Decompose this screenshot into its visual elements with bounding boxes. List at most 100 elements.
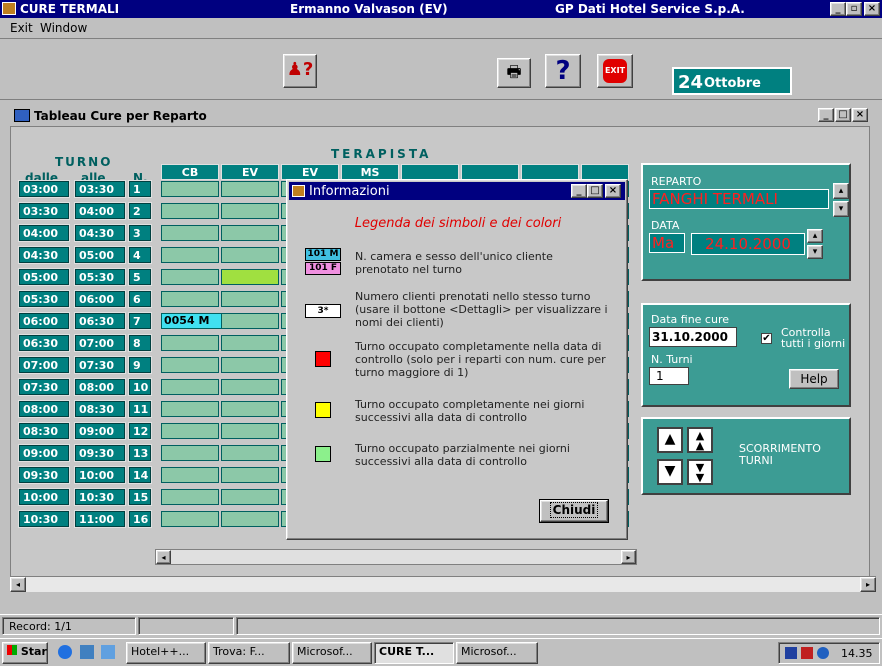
tray-icon-1[interactable] — [785, 647, 797, 659]
printer-icon: 🖶 — [506, 62, 522, 81]
slot-cell[interactable] — [161, 225, 219, 241]
slot-cell[interactable] — [161, 335, 219, 351]
slot-cell[interactable] — [221, 445, 279, 461]
slot-cell[interactable] — [221, 313, 279, 329]
task-word[interactable]: Microsof... — [456, 642, 538, 664]
help-button[interactable]: ? — [545, 54, 581, 88]
slot-cell[interactable] — [161, 445, 219, 461]
slot-cell[interactable] — [221, 291, 279, 307]
slot-cell[interactable] — [221, 511, 279, 527]
child-minimize-button[interactable]: _ — [818, 108, 834, 122]
slot-cell[interactable] — [161, 269, 219, 285]
grid-hscrollbar[interactable]: ◂ ▸ — [155, 549, 637, 565]
controlla-checkbox[interactable]: ✔ — [761, 333, 772, 344]
exit-button[interactable]: EXIT — [597, 54, 633, 88]
slot-cell[interactable] — [161, 247, 219, 263]
slot-cell[interactable] — [221, 247, 279, 263]
therapist-col-6[interactable] — [461, 164, 519, 180]
slot-cell[interactable] — [161, 489, 219, 505]
task-trova[interactable]: Trova: F... — [208, 642, 290, 664]
window-scroll-right[interactable]: ▸ — [860, 577, 876, 592]
slot-cell[interactable] — [161, 379, 219, 395]
therapist-col-4[interactable]: MS — [341, 164, 399, 180]
record-indicator: Record: 1/1 — [2, 617, 136, 635]
legend-text-3: Turno occupato completamente nella data … — [355, 340, 606, 379]
therapist-col-1[interactable]: CB — [161, 164, 219, 180]
close-button[interactable]: × — [864, 2, 880, 16]
nturni-field[interactable]: 1 — [649, 367, 689, 385]
channels-quicklaunch-icon[interactable] — [101, 645, 115, 659]
reparto-down-button[interactable]: ▾ — [833, 201, 849, 217]
slot-cell[interactable] — [161, 423, 219, 439]
chiudi-button[interactable]: Chiudi — [539, 499, 609, 523]
print-button[interactable]: 🖶 — [497, 58, 531, 88]
slot-cell[interactable] — [221, 225, 279, 241]
child-maximize-button[interactable]: □ — [835, 108, 851, 122]
date-up-button[interactable]: ▴ — [807, 229, 823, 243]
slot-cell[interactable] — [221, 269, 279, 285]
slot-cell[interactable] — [221, 467, 279, 483]
scroll-left-arrow[interactable]: ◂ — [156, 550, 171, 564]
menu-window[interactable]: Window — [40, 21, 87, 35]
therapist-col-2[interactable]: EV — [221, 164, 279, 180]
stop-sign-icon: EXIT — [603, 59, 627, 83]
slot-cell[interactable] — [161, 181, 219, 197]
slot-cell[interactable] — [221, 203, 279, 219]
menu-exit[interactable]: Exit — [10, 21, 33, 35]
task-cure-termali[interactable]: CURE T... — [374, 642, 454, 664]
slot-cell[interactable] — [161, 291, 219, 307]
info-minimize-button[interactable]: _ — [571, 184, 587, 198]
turno-end: 11:00 — [74, 510, 126, 528]
window-hscrollbar[interactable]: ◂ ▸ — [10, 576, 876, 592]
slot-cell-booking[interactable]: 0054 M — [161, 313, 223, 329]
slot-cell[interactable] — [161, 357, 219, 373]
tray-icon-2[interactable] — [801, 647, 813, 659]
turno-header: TURNO — [55, 155, 113, 169]
therapist-col-5[interactable] — [401, 164, 459, 180]
info-close-button[interactable]: × — [605, 184, 621, 198]
slot-cell[interactable] — [161, 401, 219, 417]
therapist-col-3[interactable]: EV — [281, 164, 339, 180]
tray-icon-3[interactable] — [817, 647, 829, 659]
turno-end: 10:00 — [74, 466, 126, 484]
slot-cell[interactable] — [221, 423, 279, 439]
therapist-col-8[interactable] — [581, 164, 629, 180]
scroll-page-up-button[interactable]: ▲ ▲ — [687, 427, 713, 453]
slot-cell[interactable] — [221, 357, 279, 373]
start-button[interactable]: Start — [2, 642, 48, 664]
slot-cell[interactable] — [161, 511, 219, 527]
task-hotel[interactable]: Hotel++... — [126, 642, 206, 664]
client-lookup-button[interactable]: ♟? — [283, 54, 317, 88]
ie-quicklaunch-icon[interactable] — [58, 645, 72, 659]
slot-cell[interactable] — [161, 203, 219, 219]
window-scroll-left[interactable]: ◂ — [10, 577, 26, 592]
reparto-field[interactable]: FANGHI TERMALI — [649, 189, 829, 209]
slot-cell[interactable] — [221, 335, 279, 351]
task-excel[interactable]: Microsof... — [292, 642, 372, 664]
slot-cell[interactable] — [221, 489, 279, 505]
date-field[interactable]: 24.10.2000 — [691, 233, 805, 255]
swatch-yellow — [315, 402, 331, 418]
legend-text-5: Turno occupato parzialmente nei giorni s… — [355, 442, 570, 468]
scroll-right-arrow[interactable]: ▸ — [621, 550, 636, 564]
scroll-down-button[interactable]: ▼ — [657, 459, 683, 485]
scroll-page-down-button[interactable]: ▼ ▼ — [687, 459, 713, 485]
fine-cure-field[interactable]: 31.10.2000 — [649, 327, 737, 347]
info-maximize-button[interactable]: □ — [587, 184, 603, 198]
therapist-col-7[interactable] — [521, 164, 579, 180]
turno-end: 05:30 — [74, 268, 126, 286]
slot-cell[interactable] — [221, 379, 279, 395]
desktop-quicklaunch-icon[interactable] — [80, 645, 94, 659]
help-panel-button[interactable]: Help — [789, 369, 839, 389]
slot-cell[interactable] — [221, 401, 279, 417]
restore-button[interactable]: ▫ — [846, 2, 862, 16]
minimize-button[interactable]: _ — [830, 2, 846, 16]
turno-start: 07:30 — [18, 378, 70, 396]
turno-end: 03:30 — [74, 180, 126, 198]
child-close-button[interactable]: × — [852, 108, 868, 122]
slot-cell[interactable] — [161, 467, 219, 483]
slot-cell[interactable] — [221, 181, 279, 197]
reparto-up-button[interactable]: ▴ — [833, 183, 849, 199]
date-down-button[interactable]: ▾ — [807, 245, 823, 259]
scroll-up-button[interactable]: ▲ — [657, 427, 683, 453]
